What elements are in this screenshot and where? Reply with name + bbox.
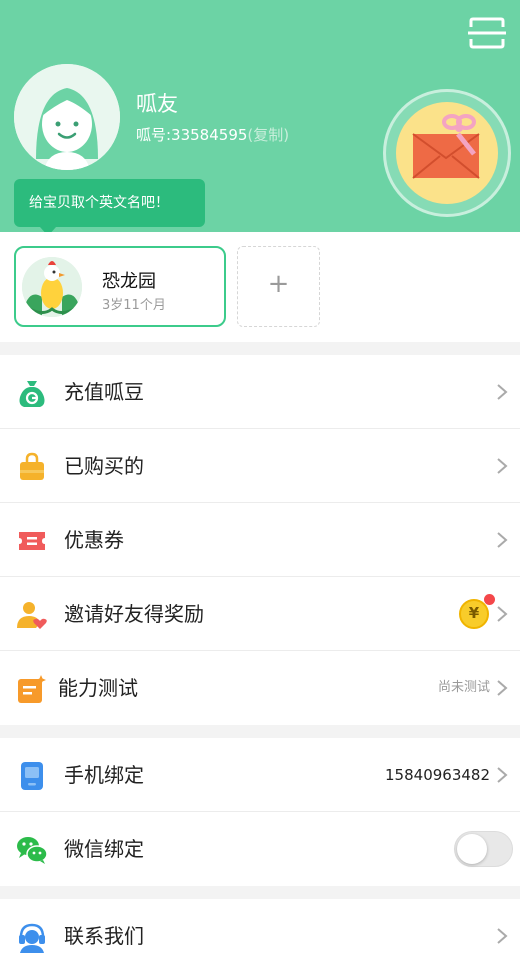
coupon-icon <box>19 532 45 550</box>
test-icon <box>18 675 46 703</box>
menu-group-contact: 联系我们 <box>0 899 520 963</box>
wechat-binding-row: 微信绑定 <box>0 812 520 886</box>
chevron-right-icon <box>497 458 508 474</box>
copy-id-link[interactable]: (复制) <box>247 126 289 144</box>
wechat-icon <box>17 837 48 864</box>
menu-group-binding: 手机绑定 15840963482 微信绑定 <box>0 738 520 886</box>
recharge-label: 充值呱豆 <box>64 380 144 404</box>
recharge-row[interactable]: 充值呱豆 <box>0 355 520 429</box>
user-avatar[interactable] <box>14 64 120 170</box>
menu-group-account: 充值呱豆 已购买的 优惠券 邀请好友得奖励 ¥ 能力测试 尚未测试 <box>0 355 520 725</box>
invite-row[interactable]: 邀请好友得奖励 ¥ <box>0 577 520 651</box>
chevron-right-icon <box>497 680 508 696</box>
chevron-right-icon <box>497 606 508 622</box>
money-bag-icon <box>19 381 45 407</box>
purchased-label: 已购买的 <box>64 454 144 478</box>
chevron-right-icon <box>497 767 508 783</box>
test-status: 尚未测试 <box>437 680 490 695</box>
invite-friend-icon <box>17 602 47 629</box>
coin-symbol: ¥ <box>468 604 480 622</box>
contact-us-row[interactable]: 联系我们 <box>0 899 520 963</box>
user-name: 呱友 <box>136 92 178 116</box>
coupon-label: 优惠券 <box>64 528 124 552</box>
coupon-row[interactable]: 优惠券 <box>0 503 520 577</box>
ability-test-label: 能力测试 <box>58 676 138 700</box>
invite-label: 邀请好友得奖励 <box>64 602 204 626</box>
chevron-right-icon <box>497 928 508 944</box>
toggle-knob <box>457 834 487 864</box>
children-section: 恐龙园 3岁11个月 + <box>0 232 520 342</box>
scan-icon[interactable] <box>468 16 506 50</box>
purchased-row[interactable]: 已购买的 <box>0 429 520 503</box>
profile-header: 呱友 呱号:33584595(复制) 给宝贝取个英文名吧！ <box>0 0 520 236</box>
coin-icon: ¥ <box>459 599 489 629</box>
phone-number: 15840963482 <box>385 766 490 784</box>
child-card[interactable]: 恐龙园 3岁11个月 <box>14 246 226 327</box>
phone-icon <box>21 762 43 790</box>
gift-envelope-icon[interactable] <box>396 102 498 204</box>
english-name-tip[interactable]: 给宝贝取个英文名吧！ <box>14 179 205 227</box>
add-child-button[interactable]: + <box>237 246 320 327</box>
chevron-right-icon <box>497 532 508 548</box>
contact-us-label: 联系我们 <box>64 924 144 948</box>
chevron-right-icon <box>497 384 508 400</box>
wechat-binding-label: 微信绑定 <box>64 837 144 861</box>
wechat-toggle[interactable] <box>454 831 513 867</box>
child-age: 3岁11个月 <box>102 298 166 313</box>
customer-service-icon <box>19 923 45 953</box>
shopping-bag-icon <box>20 452 44 480</box>
plus-icon: + <box>267 269 290 299</box>
user-id-text: 呱号:33584595 <box>136 126 248 144</box>
user-id: 呱号:33584595(复制) <box>136 124 289 145</box>
phone-binding-label: 手机绑定 <box>64 763 144 787</box>
phone-binding-row[interactable]: 手机绑定 15840963482 <box>0 738 520 812</box>
child-name: 恐龙园 <box>102 271 156 292</box>
notification-dot <box>484 594 495 605</box>
child-avatar <box>22 257 82 317</box>
ability-test-row[interactable]: 能力测试 尚未测试 <box>0 651 520 725</box>
